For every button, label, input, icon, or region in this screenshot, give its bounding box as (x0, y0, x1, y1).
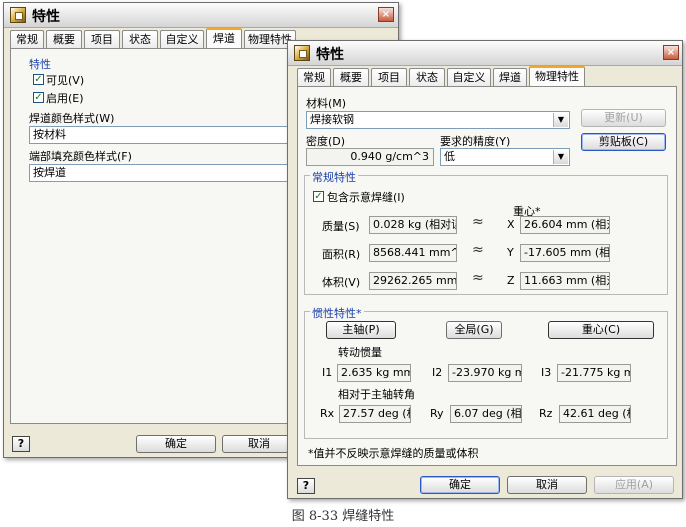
inertia-properties-label: 惯性特性* (310, 305, 364, 321)
back-window-title: 特性 (32, 9, 60, 25)
front-tab-panel: 材料(M) 焊接软钢 ▼ 更新(U) 密度(D) 0.940 g/cm^3 要求… (297, 86, 677, 466)
i1-label: I1 (322, 366, 333, 379)
front-close-button[interactable]: × (663, 45, 679, 60)
i3-label: I3 (541, 366, 552, 379)
i2-field[interactable]: -23.970 kg mr (448, 364, 522, 382)
apply-button[interactable]: 应用(A) (594, 476, 674, 494)
general-properties-label: 常规特性 (310, 169, 358, 185)
figure-caption: 图 8-33 焊缝特性 (291, 509, 395, 524)
front-tab-status[interactable]: 状态 (409, 68, 445, 86)
visible-label: 可见(V) (46, 74, 85, 87)
x-field[interactable]: 26.604 mm (相对 (520, 216, 610, 234)
back-tab-custom[interactable]: 自定义 (160, 30, 204, 48)
back-tab-project[interactable]: 项目 (84, 30, 120, 48)
front-tab-strip: 常规 概要 项目 状态 自定义 焊道 物理特性 (297, 66, 677, 88)
front-cancel-button[interactable]: 取消 (507, 476, 587, 494)
clipboard-button[interactable]: 剪贴板(C) (581, 133, 666, 151)
back-tab-general[interactable]: 常规 (10, 30, 44, 48)
front-titlebar[interactable]: 特性 × (288, 41, 682, 66)
volume-label: 体积(V) (322, 276, 361, 289)
centroid-button[interactable]: 重心(C) (548, 321, 654, 339)
material-label: 材料(M) (306, 97, 347, 110)
footnote: *值并不反映示意焊缝的质量或体积 (308, 447, 479, 460)
include-weld-checkbox[interactable]: ✓ (313, 191, 324, 202)
rz-label: Rz (539, 407, 553, 420)
rotation-label: 相对于主轴转角 (338, 388, 415, 401)
front-tab-custom[interactable]: 自定义 (447, 68, 491, 86)
rx-label: Rx (320, 407, 335, 420)
fill-style-label: 端部填充颜色样式(F) (29, 150, 132, 163)
accuracy-label: 要求的精度(Y) (440, 135, 511, 148)
area-label: 面积(R) (322, 248, 361, 261)
back-help-button[interactable]: ? (12, 436, 30, 452)
mass-field[interactable]: 0.028 kg (相对误差 (369, 216, 457, 234)
back-tab-weld-bead[interactable]: 焊道 (206, 28, 242, 48)
y-label: Y (507, 246, 514, 259)
app-icon (10, 7, 26, 23)
density-label: 密度(D) (306, 135, 346, 148)
accuracy-value: 低 (444, 150, 455, 163)
principal-axis-button[interactable]: 主轴(P) (326, 321, 396, 339)
back-group-label: 特性 (27, 56, 53, 72)
material-select[interactable]: 焊接软钢 ▼ (306, 111, 570, 129)
global-button[interactable]: 全局(G) (446, 321, 502, 339)
i3-field[interactable]: -21.775 kg mr (557, 364, 631, 382)
app-icon (294, 45, 310, 61)
include-weld-label: 包含示意焊缝(I) (327, 191, 405, 204)
back-ok-button[interactable]: 确定 (136, 435, 216, 453)
moments-label: 转动惯量 (338, 346, 382, 359)
visible-checkbox[interactable]: ✓ (33, 74, 44, 85)
back-cancel-button[interactable]: 取消 (222, 435, 296, 453)
mass-label: 质量(S) (322, 220, 360, 233)
front-tab-weld-bead[interactable]: 焊道 (493, 68, 527, 86)
front-tab-general[interactable]: 常规 (297, 68, 331, 86)
area-approx-icon: ≈ (472, 242, 484, 258)
area-field[interactable]: 8568.441 mm^2 ( (369, 244, 457, 262)
material-value: 焊接软钢 (310, 113, 354, 126)
enable-label: 启用(E) (46, 92, 84, 105)
accuracy-select[interactable]: 低 ▼ (440, 148, 570, 166)
back-close-button[interactable]: × (378, 7, 394, 22)
front-tab-physical[interactable]: 物理特性 (529, 66, 585, 86)
chevron-down-icon[interactable]: ▼ (553, 113, 568, 127)
ry-label: Ry (430, 407, 444, 420)
front-tab-project[interactable]: 项目 (371, 68, 407, 86)
volume-approx-icon: ≈ (472, 270, 484, 286)
back-tab-summary[interactable]: 概要 (46, 30, 82, 48)
z-label: Z (507, 274, 515, 287)
chevron-down-icon[interactable]: ▼ (553, 150, 568, 164)
fill-style-field[interactable]: 按焊道 (29, 164, 291, 182)
volume-field[interactable]: 29262.265 mm^3 (369, 272, 457, 290)
z-field[interactable]: 11.663 mm (相对 (520, 272, 610, 290)
front-window-title: 特性 (316, 47, 344, 63)
back-titlebar[interactable]: 特性 × (4, 3, 398, 28)
mass-approx-icon: ≈ (472, 214, 484, 230)
rz-field[interactable]: 42.61 deg (相 (559, 405, 631, 423)
front-tab-summary[interactable]: 概要 (333, 68, 369, 86)
front-help-button[interactable]: ? (297, 478, 315, 494)
color-style-field[interactable]: 按材料 (29, 126, 291, 144)
density-field[interactable]: 0.940 g/cm^3 (306, 148, 434, 166)
enable-checkbox[interactable]: ✓ (33, 92, 44, 103)
y-field[interactable]: -17.605 mm (相对 (520, 244, 610, 262)
i1-field[interactable]: 2.635 kg mm^ (337, 364, 411, 382)
color-style-label: 焊道颜色样式(W) (29, 112, 115, 125)
update-button[interactable]: 更新(U) (581, 109, 666, 127)
rx-field[interactable]: 27.57 deg (相 (339, 405, 411, 423)
back-tab-status[interactable]: 状态 (122, 30, 158, 48)
front-ok-button[interactable]: 确定 (420, 476, 500, 494)
i2-label: I2 (432, 366, 443, 379)
ry-field[interactable]: 6.07 deg (相对 (450, 405, 522, 423)
x-label: X (507, 218, 515, 231)
front-properties-dialog: 特性 × 常规 概要 项目 状态 自定义 焊道 物理特性 材料(M) 焊接软钢 … (287, 40, 683, 499)
